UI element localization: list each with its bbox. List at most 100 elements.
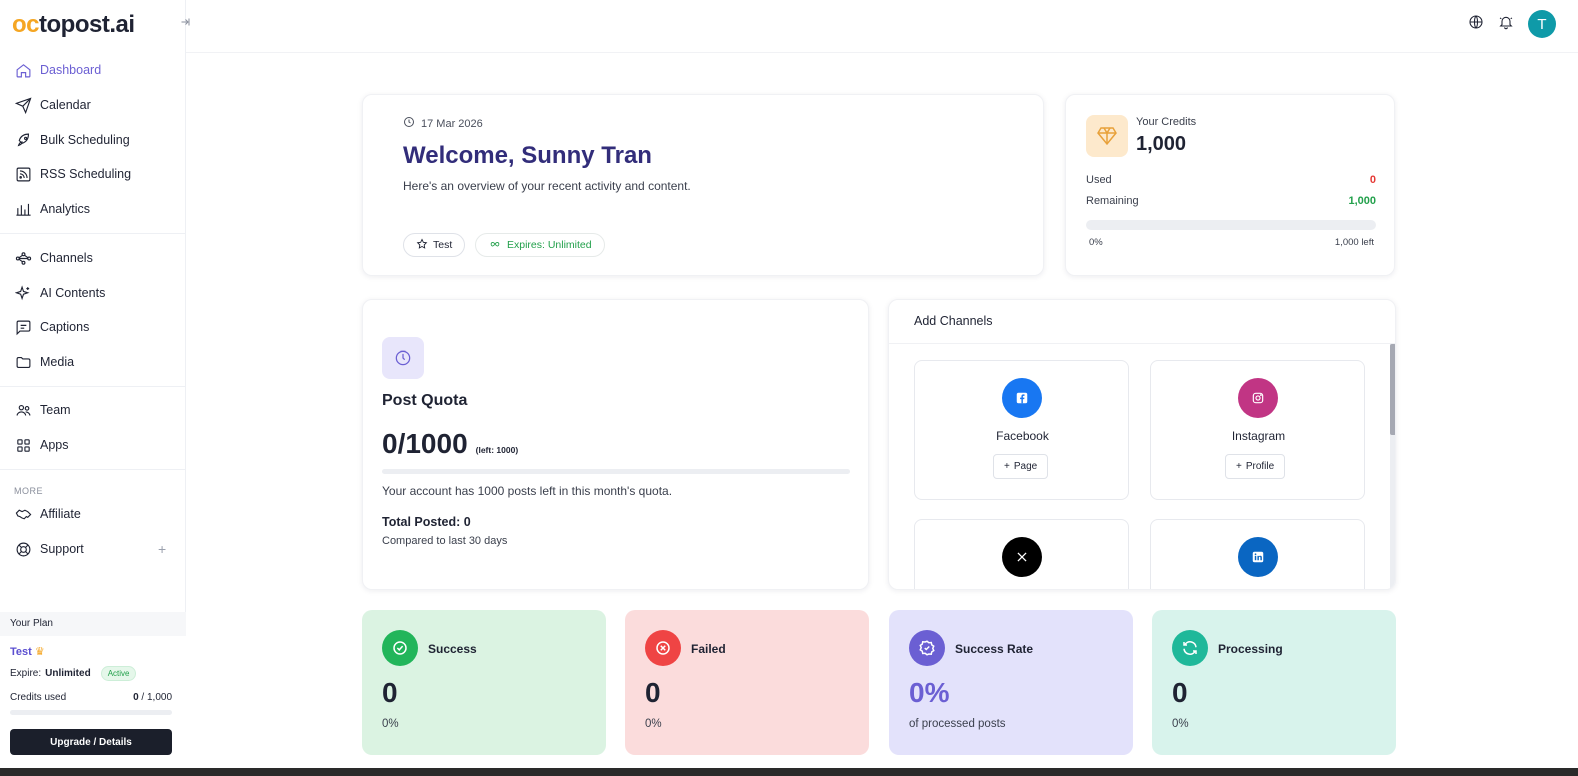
remaining-value: 1,000 [1348,195,1376,207]
quota-description: Your account has 1000 posts left in this… [382,484,673,498]
credits-bar-labels: 0% 1,000 left [1089,237,1374,248]
expires-pill-label: Expires: Unlimited [507,239,592,251]
credits-used-row: Credits used 0 / 1,000 [10,692,172,703]
sidebar-item-ai-contents[interactable]: AI Contents [14,280,174,306]
channel-card-facebook[interactable]: Facebook + Page [914,360,1129,500]
plus-icon: + [1236,461,1242,472]
welcome-date: 17 Mar 2026 [403,116,483,131]
plan-pill[interactable]: Test [403,233,466,257]
rocket-icon [14,131,32,149]
window-bottom-edge [0,768,1578,776]
post-quota-card: Post Quota 0/1000 (left: 1000) Your acco… [362,299,869,590]
add-facebook-page-button[interactable]: + Page [993,454,1049,479]
add-instagram-profile-button[interactable]: + Profile [1225,454,1286,479]
sidebar-divider [0,386,186,387]
credits-total: / 1,000 [138,692,172,703]
sidebar-item-label: Apps [40,438,69,452]
stat-sub: 0% [1172,718,1189,730]
logo[interactable]: oc topost.ai [12,10,135,40]
sidebar-item-media[interactable]: Media [14,349,174,375]
used-label: Used [1086,174,1112,186]
plan-header: Your Plan [0,612,186,636]
sidebar-item-apps[interactable]: Apps [14,432,174,458]
sidebar-item-label: Support [40,542,84,556]
quota-title: Post Quota [382,392,468,409]
support-expand-icon[interactable]: + [158,541,166,557]
sidebar-item-affiliate[interactable]: Affiliate [14,501,174,527]
check-circle-icon [382,630,418,666]
more-label: MORE [14,486,43,496]
date-text: 17 Mar 2026 [421,117,483,130]
sidebar-item-captions[interactable]: Captions [14,314,174,340]
plan-panel: Your Plan Test ♛ Expire: Unlimited Activ… [0,612,186,776]
channel-name: Instagram [1231,429,1286,443]
page-subtitle: Here's an overview of your recent activi… [403,179,691,193]
channel-card-x[interactable] [914,519,1129,589]
stat-label: Success [428,642,477,656]
expires-pill: Expires: Unlimited [475,233,605,257]
plan-pill-label: Test [433,239,453,251]
stat-card-success-rate: Success Rate 0% of processed posts [889,610,1133,755]
credits-used-value: 0 / 1,000 [133,692,172,703]
sidebar-item-analytics[interactable]: Analytics [14,196,174,222]
send-icon [14,96,32,114]
channels-title: Add Channels [914,314,993,328]
sidebar-item-dashboard[interactable]: Dashboard [14,57,174,83]
gauge-icon [382,337,424,379]
collapse-sidebar-icon[interactable] [178,16,192,30]
diamond-icon [1086,115,1128,157]
plan-expire: Expire: Unlimited Active [10,666,137,681]
sidebar-item-label: Team [40,403,71,417]
sparkles-icon [14,284,32,302]
upgrade-button[interactable]: Upgrade / Details [10,729,172,755]
infinity-icon [488,238,502,253]
channel-name: Facebook [996,429,1049,443]
add-channels-card: Add Channels Facebook + Page Instagram +… [888,299,1396,590]
sidebar-item-label: Media [40,355,75,369]
expire-label: Expire: [10,668,42,679]
sidebar-item-calendar[interactable]: Calendar [14,92,174,118]
sidebar-item-team[interactable]: Team [14,397,174,423]
stat-label: Failed [691,642,726,656]
message-square-icon [14,318,32,336]
x-circle-icon [645,630,681,666]
sidebar-item-rss-scheduling[interactable]: RSS Scheduling [14,161,174,187]
credits-card: Your Credits 1,000 Used 0 Remaining 1,00… [1065,94,1395,276]
sidebar-item-label: Analytics [40,202,91,216]
sidebar-item-label: Affiliate [40,507,81,521]
globe-icon[interactable] [1468,14,1484,35]
sidebar-item-bulk-scheduling[interactable]: Bulk Scheduling [14,127,174,153]
bell-icon[interactable] [1498,14,1514,35]
linkedin-icon [1238,537,1278,577]
channel-card-linkedin[interactable] [1150,519,1365,589]
bar-chart-icon [14,200,32,218]
plus-icon: + [1004,461,1010,472]
grid-icon [14,436,32,454]
sidebar-item-channels[interactable]: Channels [14,245,174,271]
badge-check-icon [909,630,945,666]
sidebar-item-label: AI Contents [40,286,106,300]
star-icon [416,237,428,253]
refresh-icon [1172,630,1208,666]
button-label: Profile [1245,461,1275,472]
instagram-icon [1238,378,1278,418]
avatar[interactable]: T [1528,10,1556,38]
plan-name-text: Test [10,646,32,658]
channel-card-instagram[interactable]: Instagram + Profile [1150,360,1365,500]
logo-oc: oc [12,11,40,38]
credits-value: 1,000 [1136,133,1187,155]
channels-scrollbar-thumb[interactable] [1390,344,1395,435]
sidebar-item-label: Captions [40,320,90,334]
stat-value: 0 [1172,677,1188,708]
sidebar-item-support[interactable]: Support [14,536,174,562]
stat-label: Processing [1218,642,1283,656]
stat-card-processing: Processing 0 0% [1152,610,1396,755]
credits-label: Your Credits [1136,116,1197,128]
home-icon [14,61,32,79]
folder-icon [14,353,32,371]
clock-icon [403,116,415,131]
stat-label: Success Rate [955,642,1034,656]
status-badge: Active [100,666,137,681]
sidebar-item-label: Channels [40,251,93,265]
compared-text: Compared to last 30 days [382,535,508,547]
